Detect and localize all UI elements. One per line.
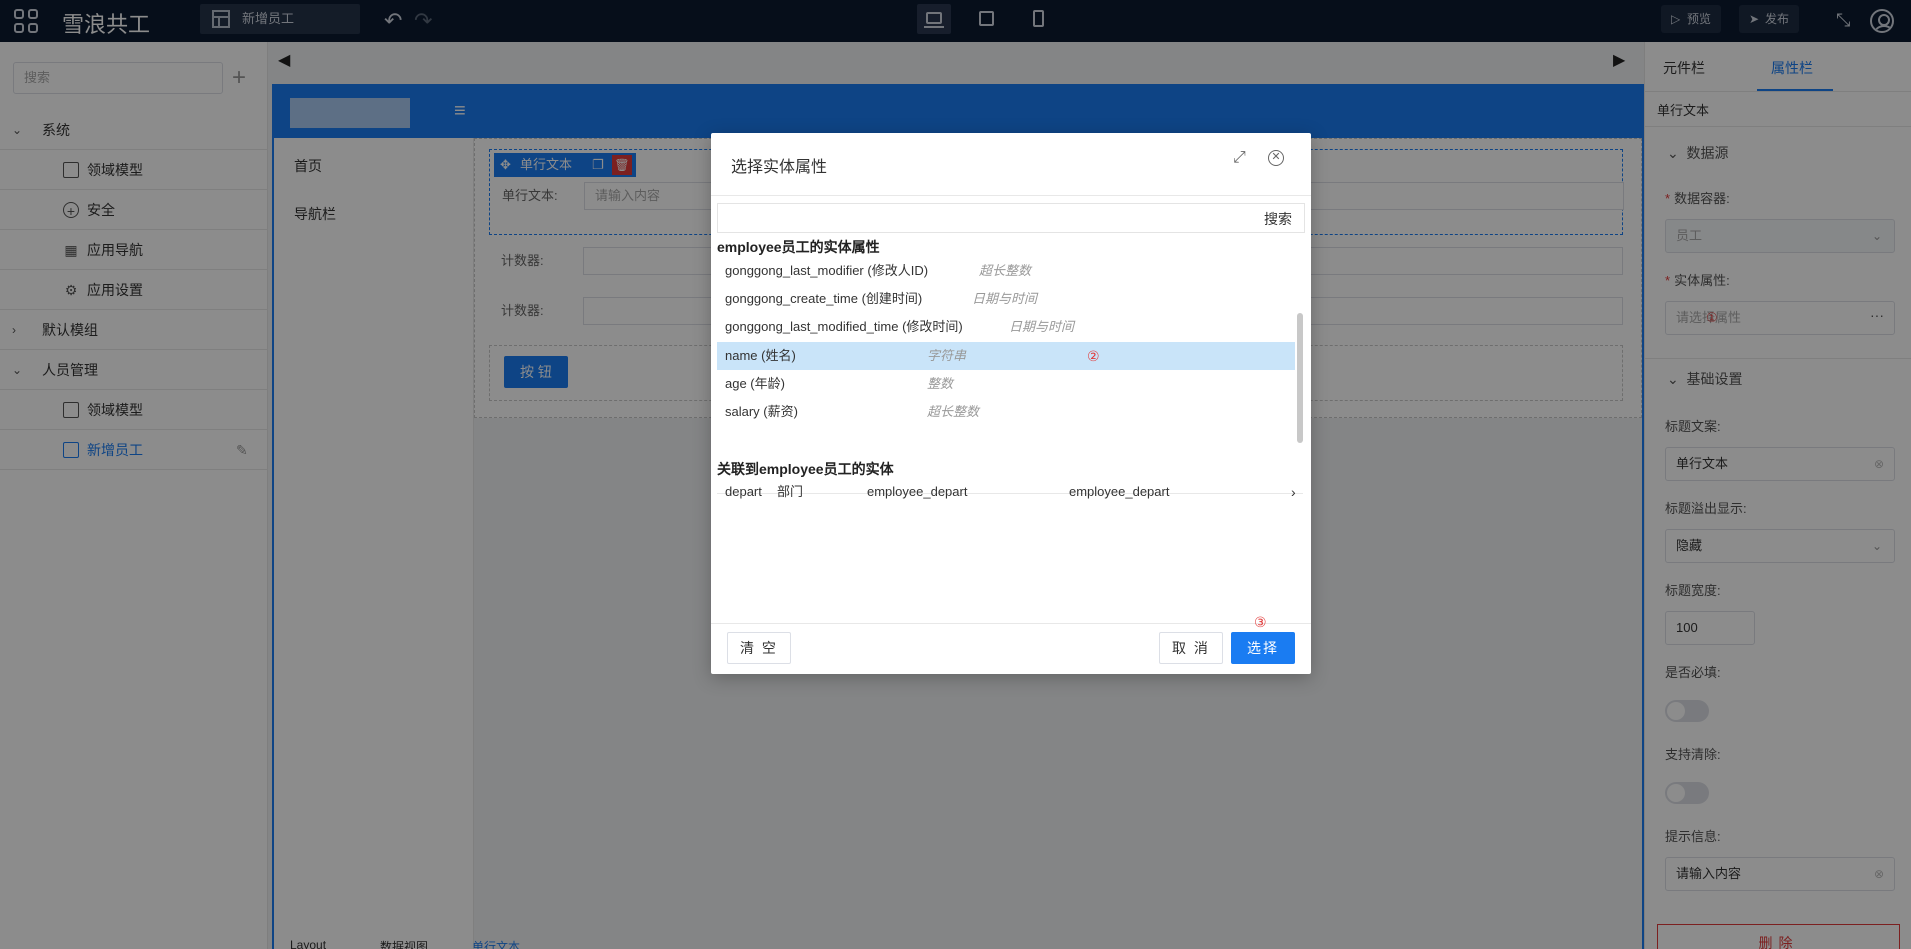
cancel-button[interactable]: 取 消 [1159, 632, 1223, 664]
attr-row[interactable]: gonggong_last_modifier (修改人ID) 超长整数 [717, 257, 1295, 285]
attr-name: age (年龄) [725, 376, 785, 391]
search-button[interactable]: 搜索 [1264, 204, 1292, 234]
select-entity-attr-modal: 选择实体属性 ⤢ ✕ 搜索 employee员工的实体属性 gonggong_l… [711, 133, 1311, 674]
chevron-right-icon[interactable]: › [1291, 478, 1296, 506]
attr-name: gonggong_create_time (创建时间) [725, 291, 923, 306]
attr-type: 整数 [927, 376, 954, 391]
divider [711, 623, 1311, 624]
step-marker-3: ③ [1254, 614, 1267, 630]
attr-type: 超长整数 [927, 404, 980, 419]
attr-search-input[interactable]: 搜索 [717, 203, 1305, 233]
modal-title: 选择实体属性 [731, 159, 828, 176]
select-button[interactable]: 选择 [1231, 632, 1295, 664]
step-marker-2: ② [1087, 348, 1100, 364]
scrollbar[interactable] [1297, 313, 1303, 443]
attr-type: 超长整数 [979, 263, 1032, 278]
attr-name: gonggong_last_modified_time (修改时间) [725, 319, 963, 334]
relation-name: depart [725, 484, 762, 499]
attr-type: 日期与时间 [1009, 319, 1075, 334]
attr-row[interactable]: gonggong_last_modified_time (修改时间) 日期与时间 [717, 313, 1295, 341]
divider [711, 195, 1311, 196]
entity-attr-section-title: employee员工的实体属性 [717, 239, 880, 255]
relation-label: 部门 [777, 484, 804, 499]
relation-col2: employee_depart [867, 484, 968, 499]
relation-row[interactable]: depart 部门 employee_depart employee_depar… [717, 478, 1303, 506]
attr-name: name (姓名) [725, 348, 796, 363]
attr-row[interactable]: salary (薪资) 超长整数 [717, 398, 1295, 426]
attr-row[interactable]: age (年龄) 整数 [717, 370, 1295, 398]
attr-type: 日期与时间 [972, 291, 1038, 306]
attr-name: salary (薪资) [725, 404, 798, 419]
relation-col3: employee_depart [1069, 484, 1170, 499]
close-icon[interactable]: ✕ [1268, 150, 1284, 166]
attr-name: gonggong_last_modifier (修改人ID) [725, 263, 929, 278]
attr-type: 字符串 [927, 348, 967, 363]
attr-row[interactable]: gonggong_create_time (创建时间) 日期与时间 [717, 285, 1295, 313]
expand-icon[interactable]: ⤢ [1233, 149, 1246, 167]
clear-button[interactable]: 清 空 [727, 632, 791, 664]
relation-section-title: 关联到employee员工的实体 [717, 461, 894, 477]
attr-row-selected[interactable]: name (姓名) 字符串 ② [717, 342, 1295, 370]
